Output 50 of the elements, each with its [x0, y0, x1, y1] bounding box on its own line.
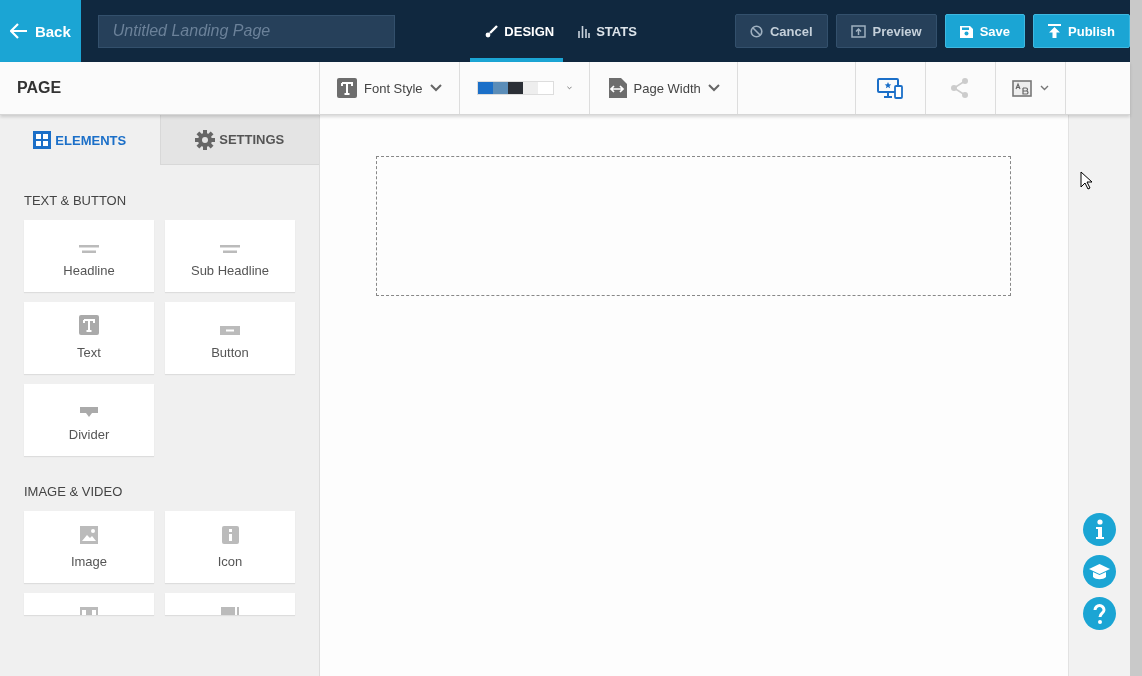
upload-box-icon	[850, 24, 866, 38]
chevron-down-icon	[707, 84, 720, 92]
cancel-button[interactable]: Cancel	[734, 14, 828, 48]
element-tile[interactable]: Headline	[24, 220, 154, 292]
element-tile[interactable]: Icon	[165, 511, 295, 583]
cancel-icon	[749, 24, 763, 38]
ab-icon	[1011, 79, 1032, 97]
element-tile[interactable]: Divider	[24, 384, 154, 456]
headline-icon	[220, 245, 240, 253]
media-icon	[221, 607, 239, 615]
mode-tab[interactable]: STATS	[563, 0, 646, 62]
section-heading: IMAGE & VIDEO	[23, 483, 124, 501]
info-icon[interactable]	[1083, 513, 1116, 546]
preview-button[interactable]: Preview	[835, 14, 937, 48]
desktop-mobile-icon	[877, 77, 904, 99]
info-icon	[221, 526, 239, 544]
button-icon	[220, 326, 240, 335]
cursor-icon	[1080, 171, 1092, 190]
divider-icon	[80, 407, 98, 417]
chevron-down-icon	[429, 84, 442, 92]
publish-icon	[1048, 24, 1062, 38]
grid-icon	[33, 131, 52, 149]
section-heading: TEXT & BUTTON	[23, 192, 128, 210]
title-field[interactable]: Untitled Landing Page	[97, 14, 396, 48]
width-icon	[606, 78, 627, 98]
chevron-down-icon	[566, 84, 572, 92]
element-tile[interactable]: Text	[24, 302, 154, 374]
share-icon	[950, 78, 971, 98]
headline-icon	[79, 245, 99, 253]
element-tile[interactable]	[165, 593, 295, 615]
scrollbar[interactable]	[1130, 0, 1142, 676]
section-title: PAGE	[17, 79, 62, 97]
image-icon	[80, 526, 98, 544]
font-style-dropdown[interactable]: Font Style	[320, 62, 460, 114]
floppy-icon	[959, 24, 973, 38]
bar-chart-icon	[578, 24, 591, 38]
element-tile[interactable]: Button	[165, 302, 295, 374]
brush-icon	[485, 24, 499, 38]
text-icon	[337, 78, 357, 98]
element-tile[interactable]	[24, 593, 154, 615]
page-width-dropdown[interactable]: Page Width	[589, 62, 738, 114]
video-icon	[80, 607, 98, 615]
element-tile[interactable]: Image	[24, 511, 154, 583]
element-tile[interactable]: Sub Headline	[165, 220, 295, 292]
arrow-left-icon	[9, 23, 28, 39]
chevron-down-icon	[1039, 85, 1049, 91]
text-icon	[79, 315, 99, 335]
help-icon[interactable]	[1083, 597, 1116, 630]
graduation-cap-icon[interactable]	[1083, 555, 1116, 588]
sidebar-tab[interactable]: SETTINGS	[159, 115, 319, 165]
